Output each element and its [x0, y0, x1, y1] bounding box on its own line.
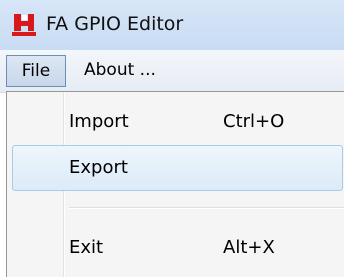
menu-item-import[interactable]: Import Ctrl+O	[9, 99, 343, 145]
menu-item-label: Export	[69, 157, 128, 178]
menu-item-shortcut: Alt+X	[223, 237, 275, 258]
menu-separator	[69, 207, 344, 209]
menu-item-export[interactable]: Export	[9, 145, 343, 191]
menu-bar: File About ...	[0, 50, 344, 93]
title-bar[interactable]: FA GPIO Editor	[0, 0, 344, 50]
file-menu[interactable]: File	[6, 55, 66, 87]
menu-item-exit[interactable]: Exit Alt+X	[9, 225, 343, 271]
menu-item-label: Import	[69, 111, 129, 132]
about-menu[interactable]: About ...	[84, 55, 156, 87]
menu-item-shortcut: Ctrl+O	[223, 111, 285, 132]
menu-item-label: Exit	[69, 237, 104, 258]
menu-item-highlight	[12, 145, 343, 191]
application-window: FA GPIO Editor File About ... Import Ctr…	[0, 0, 344, 277]
window-title: FA GPIO Editor	[46, 13, 184, 35]
app-logo-icon	[12, 14, 36, 36]
file-dropdown-menu: Import Ctrl+O Export Exit Alt+X	[6, 91, 344, 277]
